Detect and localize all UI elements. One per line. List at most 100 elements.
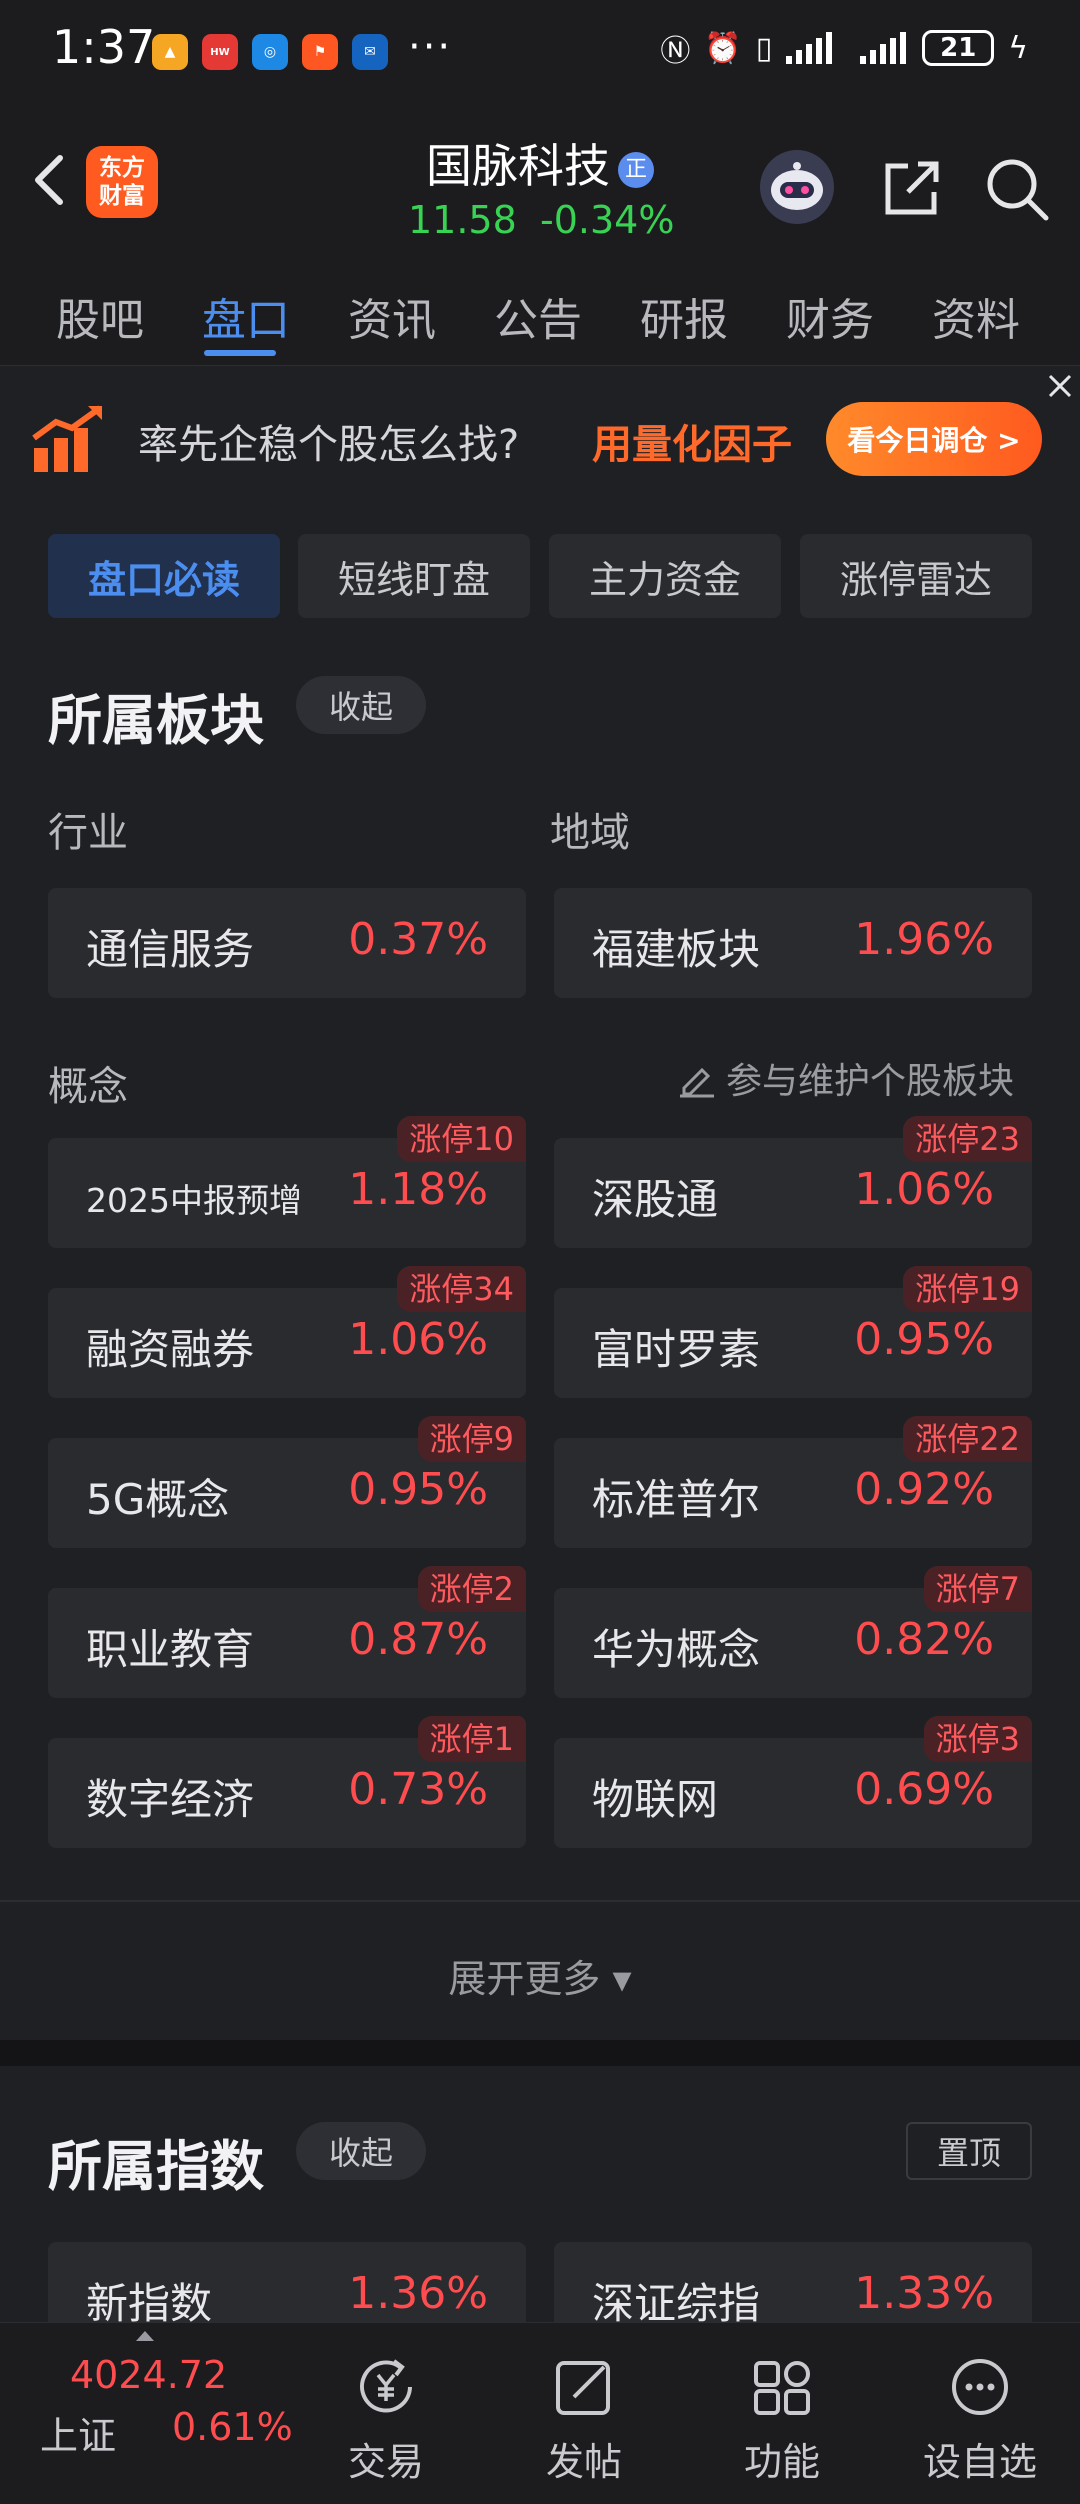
nav-function[interactable]: 功能 <box>702 2351 862 2486</box>
status-bar: 1:37 ▲ HW ◎ ⚑ ✉ ··· Ⓝ ⏰ ▯ 21 ϟ <box>0 0 1080 100</box>
card-pct: 1.33% <box>854 2268 994 2319</box>
tab-news[interactable]: 资讯 <box>348 284 436 348</box>
index-value[interactable]: 4024.72 <box>70 2353 227 2397</box>
nav-label: 交易 <box>347 2440 424 2484</box>
subtab-main-fund[interactable]: 主力资金 <box>549 534 781 618</box>
card-name: 5G概念 <box>86 1475 230 1524</box>
active-tab-indicator <box>204 350 276 356</box>
nav-trade[interactable]: 交易 <box>306 2351 466 2486</box>
more-notifications-icon: ··· <box>408 24 453 70</box>
limit-up-badge: 涨停19 <box>903 1266 1032 1312</box>
card-name: 深股通 <box>592 1175 719 1224</box>
edit-post-icon <box>556 2361 610 2415</box>
card-pct: 0.69% <box>854 1764 994 1815</box>
tab-finance[interactable]: 财务 <box>786 284 874 348</box>
card-name: 物联网 <box>592 1775 719 1824</box>
banner-highlight: 用量化因子 <box>592 422 792 468</box>
nav-label: 设自选 <box>922 2440 1037 2484</box>
edit-pencil-icon <box>680 1067 714 1098</box>
tab-profile[interactable]: 资料 <box>932 284 1020 348</box>
nav-post[interactable]: 发帖 <box>504 2351 664 2486</box>
tab-pankou[interactable]: 盘口 <box>202 284 290 348</box>
industry-label: 行业 <box>48 810 128 856</box>
region-label: 地域 <box>550 810 630 856</box>
sector-collapse-button[interactable]: 收起 <box>296 676 426 734</box>
concept-card[interactable]: 涨停2 职业教育 0.87% <box>48 1566 526 1698</box>
collapse-up-arrow-icon[interactable] <box>134 2329 156 2343</box>
maintain-sector-link[interactable]: 参与维护个股板块 <box>676 1052 1014 1104</box>
card-name: 融资融券 <box>86 1325 255 1374</box>
tab-guba[interactable]: 股吧 <box>56 284 144 348</box>
battery-icon: 21 <box>922 30 995 66</box>
index-section-title: 所属指数 <box>48 2135 264 2198</box>
card-pct: 1.18% <box>348 1164 488 1215</box>
pin-top-button[interactable]: 置顶 <box>906 2122 1032 2180</box>
card-pct: 0.95% <box>348 1464 488 1515</box>
subtab-limit-up-radar[interactable]: 涨停雷达 <box>800 534 1032 618</box>
concept-card[interactable]: 涨停34 融资融券 1.06% <box>48 1266 526 1398</box>
industry-card[interactable]: 通信服务 0.37% <box>48 888 526 998</box>
subtab-short-term[interactable]: 短线盯盘 <box>298 534 530 618</box>
card-pct: 1.96% <box>854 914 994 965</box>
card-name: 2025中报预增 <box>86 1181 302 1220</box>
stock-change: -0.34% <box>540 198 675 242</box>
nav-label: 发帖 <box>545 2440 622 2484</box>
concept-card[interactable]: 涨停9 5G概念 0.95% <box>48 1416 526 1548</box>
limit-up-badge: 涨停23 <box>903 1116 1032 1162</box>
limit-up-badge: 涨停22 <box>903 1416 1032 1462</box>
tab-announcement[interactable]: 公告 <box>494 284 582 348</box>
limit-up-badge: 涨停2 <box>417 1566 526 1612</box>
card-pct: 0.95% <box>854 1314 994 1365</box>
limit-up-badge: 涨停1 <box>417 1716 526 1762</box>
limit-up-badge: 涨停10 <box>397 1116 526 1162</box>
card-name: 通信服务 <box>86 925 255 974</box>
card-name: 数字经济 <box>86 1775 255 1824</box>
sector-section-title: 所属板块 <box>48 689 264 752</box>
maintain-link-text: 参与维护个股板块 <box>726 1061 1015 1102</box>
concept-card[interactable]: 涨停1 数字经济 0.73% <box>48 1716 526 1848</box>
region-card[interactable]: 福建板块 1.96% <box>554 888 1032 998</box>
stock-header: 东方 财富 国脉科技正 11.58 -0.34% <box>0 100 1080 258</box>
close-icon[interactable] <box>1046 372 1074 400</box>
bottom-navigation: 4024.72 上证 0.61% 交易 发帖 功能 设自选 <box>0 2322 1080 2504</box>
share-icon[interactable] <box>878 156 944 222</box>
card-pct: 0.82% <box>854 1614 994 1665</box>
limit-up-badge: 涨停9 <box>417 1416 526 1462</box>
ai-assistant-robot-icon[interactable] <box>760 150 834 224</box>
expand-more-button[interactable]: 展开更多 ▾ <box>0 1948 1080 2003</box>
limit-up-badge: 涨停34 <box>397 1266 526 1312</box>
notification-app-icon: ▲ <box>152 34 188 70</box>
concept-card[interactable]: 涨停22 标准普尔 0.92% <box>554 1416 1032 1548</box>
card-name: 福建板块 <box>592 925 761 974</box>
promo-banner[interactable]: 率先企稳个股怎么找? 用量化因子 看今日调仓 > <box>0 366 1080 516</box>
tab-research[interactable]: 研报 <box>640 284 728 348</box>
flag-app-icon: ⚑ <box>302 34 338 70</box>
charging-icon: ϟ <box>1008 30 1028 66</box>
index-collapse-button[interactable]: 收起 <box>296 2122 426 2180</box>
card-name: 标准普尔 <box>592 1475 761 1524</box>
limit-up-badge: 涨停7 <box>923 1566 1032 1612</box>
section-gap <box>0 2040 1080 2066</box>
card-pct: 0.87% <box>348 1614 488 1665</box>
card-pct: 0.73% <box>348 1764 488 1815</box>
concept-card[interactable]: 涨停3 物联网 0.69% <box>554 1716 1032 1848</box>
detail-tabs: 股吧 盘口 资讯 公告 研报 财务 资料 <box>0 258 1080 366</box>
verified-badge-icon: 正 <box>618 151 654 188</box>
index-pct[interactable]: 0.61% <box>172 2405 293 2449</box>
concept-card[interactable]: 涨停7 华为概念 0.82% <box>554 1566 1032 1698</box>
nav-add-watchlist[interactable]: 设自选 <box>900 2351 1060 2486</box>
card-pct: 1.06% <box>348 1314 488 1365</box>
more-circle-icon <box>952 2359 1008 2415</box>
mail-app-icon: ✉ <box>352 34 388 70</box>
subtab-must-read[interactable]: 盘口必读 <box>48 534 280 618</box>
card-name: 职业教育 <box>86 1625 255 1674</box>
concept-card[interactable]: 涨停10 2025中报预增 1.18% <box>48 1116 526 1248</box>
link-app-icon: ◎ <box>252 34 288 70</box>
concept-card[interactable]: 涨停23 深股通 1.06% <box>554 1116 1032 1248</box>
index-name[interactable]: 上证 <box>40 2405 116 2460</box>
concept-card[interactable]: 涨停19 富时罗素 0.95% <box>554 1266 1032 1398</box>
search-icon[interactable] <box>984 156 1050 222</box>
signal-icon-1 <box>786 32 833 64</box>
banner-cta-button[interactable]: 看今日调仓 > <box>826 402 1042 476</box>
card-pct: 1.06% <box>854 1164 994 1215</box>
